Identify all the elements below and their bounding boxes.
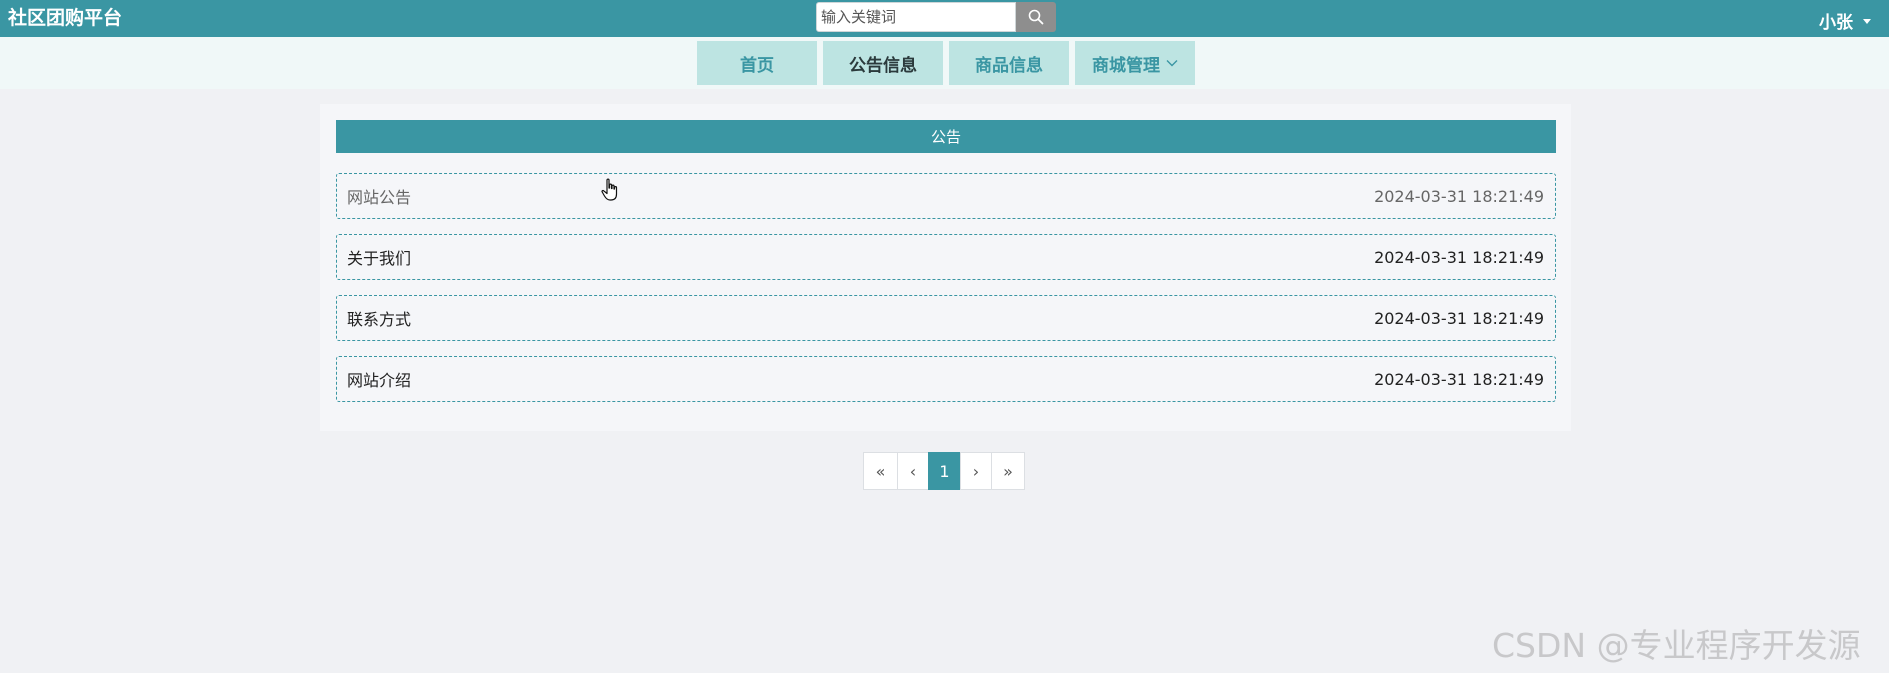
notice-time: 2024-03-31 18:21:49 bbox=[1374, 369, 1544, 389]
page-prev-button[interactable]: ‹ bbox=[897, 452, 929, 490]
pagination: « ‹ 1 › » bbox=[863, 452, 1025, 490]
notice-row[interactable]: 网站公告 2024-03-31 18:21:49 bbox=[336, 173, 1556, 219]
notice-panel-header: 公告 bbox=[336, 120, 1556, 153]
notice-panel: 公告 网站公告 2024-03-31 18:21:49 关于我们 2024-03… bbox=[320, 104, 1571, 431]
page-next-button[interactable]: › bbox=[960, 452, 992, 490]
search-button[interactable] bbox=[1016, 2, 1056, 32]
search-input[interactable] bbox=[816, 2, 1016, 32]
caret-down-icon bbox=[1863, 19, 1871, 24]
top-bar: 社区团购平台 小张 bbox=[0, 0, 1889, 37]
nav-item-mall-management[interactable]: 商城管理 bbox=[1075, 41, 1195, 85]
user-name: 小张 bbox=[1819, 13, 1853, 33]
user-menu[interactable]: 小张 bbox=[1819, 8, 1871, 33]
notice-title: 关于我们 bbox=[347, 249, 412, 268]
page-first-button[interactable]: « bbox=[863, 452, 898, 490]
watermark: CSDN @专业程序开发源 bbox=[1492, 626, 1861, 665]
notice-time: 2024-03-31 18:21:49 bbox=[1374, 247, 1544, 267]
notice-title: 网站公告 bbox=[347, 188, 412, 207]
hand-cursor-icon bbox=[601, 178, 621, 208]
nav-item-label: 商城管理 bbox=[1092, 55, 1160, 76]
notice-time: 2024-03-31 18:21:49 bbox=[1374, 186, 1544, 206]
site-brand[interactable]: 社区团购平台 bbox=[8, 7, 122, 29]
notice-title: 联系方式 bbox=[347, 310, 412, 329]
main-nav: 首页 公告信息 商品信息 商城管理 bbox=[0, 37, 1889, 89]
nav-item-label: 公告信息 bbox=[849, 55, 917, 76]
page-current-button[interactable]: 1 bbox=[928, 452, 961, 490]
nav-item-home[interactable]: 首页 bbox=[697, 41, 817, 85]
page-last-button[interactable]: » bbox=[991, 452, 1025, 490]
notice-row[interactable]: 联系方式 2024-03-31 18:21:49 bbox=[336, 295, 1556, 341]
nav-item-notice[interactable]: 公告信息 bbox=[823, 41, 943, 85]
notice-row[interactable]: 网站介绍 2024-03-31 18:21:49 bbox=[336, 356, 1556, 402]
notice-row[interactable]: 关于我们 2024-03-31 18:21:49 bbox=[336, 234, 1556, 280]
nav-item-label: 商品信息 bbox=[975, 55, 1043, 76]
notice-time: 2024-03-31 18:21:49 bbox=[1374, 308, 1544, 328]
chevron-down-icon bbox=[1166, 59, 1178, 67]
search-box bbox=[816, 2, 1056, 32]
nav-item-products[interactable]: 商品信息 bbox=[949, 41, 1069, 85]
notice-title: 网站介绍 bbox=[347, 371, 412, 390]
search-icon bbox=[1028, 9, 1044, 25]
nav-item-label: 首页 bbox=[740, 55, 774, 76]
